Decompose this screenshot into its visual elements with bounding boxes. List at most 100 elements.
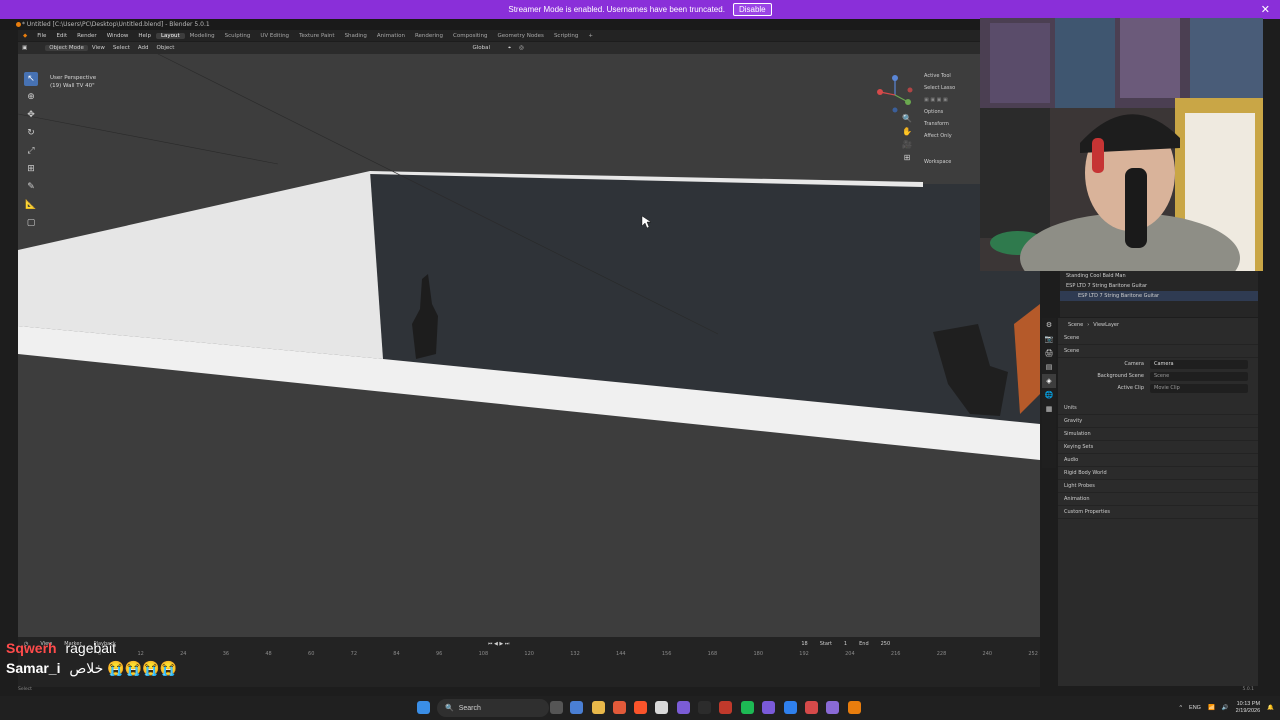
move-tool-icon[interactable]: ✥ — [24, 108, 38, 122]
menu-window[interactable]: Window — [102, 33, 134, 39]
notepad-icon[interactable] — [655, 701, 668, 714]
menu-select[interactable]: Select — [109, 45, 134, 51]
add-workspace-button[interactable]: + — [583, 33, 598, 39]
discord-icon[interactable] — [677, 701, 690, 714]
tab-rendering[interactable]: Rendering — [410, 33, 448, 39]
tab-modeling[interactable]: Modeling — [185, 33, 220, 39]
section-light-probes[interactable]: Light Probes — [1058, 480, 1258, 493]
obs-icon[interactable] — [719, 701, 732, 714]
wifi-icon[interactable]: 📶 — [1208, 705, 1215, 711]
section-audio[interactable]: Audio — [1058, 454, 1258, 467]
section-scene[interactable]: Scene — [1058, 345, 1258, 358]
scene-name-field[interactable]: Scene — [1058, 332, 1258, 345]
section-units[interactable]: Units — [1058, 402, 1258, 415]
zoom-icon[interactable]: 🔍 — [902, 114, 912, 123]
camera-field[interactable]: Camera Camera — [1058, 358, 1258, 370]
vscode-icon[interactable] — [784, 701, 797, 714]
tab-sculpting[interactable]: Sculpting — [220, 33, 256, 39]
annotate-tool-icon[interactable]: ✎ — [24, 180, 38, 194]
menu-view[interactable]: View — [88, 45, 109, 51]
file-explorer-icon[interactable] — [592, 701, 605, 714]
language-indicator[interactable]: ENG — [1189, 705, 1201, 711]
select-mode-buttons[interactable]: ▣ ▣ ▣ ▣ — [924, 94, 980, 106]
proportional-icon[interactable]: ◎ — [515, 45, 528, 51]
menu-file[interactable]: File — [32, 33, 51, 39]
disable-button[interactable]: Disable — [732, 3, 772, 16]
app-icon[interactable] — [826, 701, 839, 714]
blender-menu-icon[interactable]: ◆ — [18, 33, 32, 39]
outliner-row[interactable]: Standing Cool Bald Man — [1060, 271, 1258, 281]
blender-taskbar-icon[interactable] — [848, 701, 861, 714]
tray-expand-icon[interactable]: ^ — [1179, 705, 1182, 711]
mode-dropdown[interactable]: Object Mode — [45, 45, 88, 51]
background-scene-field[interactable]: Background Scene Scene — [1058, 370, 1258, 382]
transform-tool-icon[interactable]: ⊞ — [24, 162, 38, 176]
collection-tab-icon[interactable]: ▦ — [1042, 402, 1056, 416]
pan-hand-icon[interactable]: ✋ — [902, 127, 912, 136]
3d-viewport[interactable]: User Perspective (19) Wall TV 40" — [18, 54, 1040, 637]
rotate-tool-icon[interactable]: ↻ — [24, 126, 38, 140]
app-icon[interactable] — [805, 701, 818, 714]
workspace-header[interactable]: Workspace — [924, 156, 980, 168]
section-custom-properties[interactable]: Custom Properties — [1058, 506, 1258, 519]
tab-uv-editing[interactable]: UV Editing — [255, 33, 294, 39]
outliner-row[interactable]: ESP LTD 7 String Baritone Guitar — [1060, 281, 1258, 291]
tab-texture-paint[interactable]: Texture Paint — [294, 33, 340, 39]
start-field[interactable]: 1 — [838, 641, 853, 647]
tab-geometry-nodes[interactable]: Geometry Nodes — [493, 33, 549, 39]
menu-object[interactable]: Object — [153, 45, 179, 51]
tool-tab-icon[interactable]: ⚙ — [1042, 318, 1056, 332]
outliner-row[interactable]: ESP LTD 7 String Baritone Guitar — [1060, 291, 1258, 301]
transform-orientation-dropdown[interactable]: Global — [468, 45, 494, 51]
section-gravity[interactable]: Gravity — [1058, 415, 1258, 428]
windows-start-icon[interactable] — [417, 701, 430, 714]
tab-compositing[interactable]: Compositing — [448, 33, 492, 39]
editor-type-icon[interactable]: ▣ — [18, 45, 31, 51]
scale-tool-icon[interactable]: ⤢ — [24, 144, 38, 158]
cursor-tool-icon[interactable]: ⊕ — [24, 90, 38, 104]
select-mode-label[interactable]: Select Lasso — [924, 82, 980, 94]
render-tab-icon[interactable]: 📷 — [1042, 332, 1056, 346]
transform-subheader[interactable]: Transform — [924, 118, 980, 130]
section-simulation[interactable]: Simulation — [1058, 428, 1258, 441]
options-header[interactable]: Options — [924, 106, 980, 118]
add-cube-tool-icon[interactable]: ▢ — [24, 216, 38, 230]
view-layer-tab-icon[interactable]: ▤ — [1042, 360, 1056, 374]
current-frame-field[interactable]: 18 — [795, 641, 813, 647]
taskbar-search[interactable]: 🔍 Search — [437, 699, 549, 717]
menu-help[interactable]: Help — [133, 33, 156, 39]
menu-render[interactable]: Render — [72, 33, 102, 39]
section-rigid-body-world[interactable]: Rigid Body World — [1058, 467, 1258, 480]
active-tool-header[interactable]: Active Tool — [924, 70, 980, 82]
tab-scripting[interactable]: Scripting — [549, 33, 583, 39]
menu-add[interactable]: Add — [134, 45, 153, 51]
end-field[interactable]: 250 — [875, 641, 897, 647]
close-icon[interactable]: ✕ — [1261, 3, 1270, 16]
active-clip-field[interactable]: Active Clip Movie Clip — [1058, 382, 1258, 394]
camera-view-icon[interactable]: 🎥 — [902, 140, 912, 149]
grid-icon[interactable]: ⊞ — [904, 153, 911, 162]
world-tab-icon[interactable]: 🌐 — [1042, 388, 1056, 402]
clock[interactable]: 10:13 PM 2/19/2026 — [1236, 701, 1260, 715]
section-keying-sets[interactable]: Keying Sets — [1058, 441, 1258, 454]
measure-tool-icon[interactable]: 📐 — [24, 198, 38, 212]
brave-icon[interactable] — [634, 701, 647, 714]
select-tool-icon[interactable]: ↖ — [24, 72, 38, 86]
snap-icon[interactable]: ⌖ — [504, 45, 515, 52]
chrome-icon[interactable] — [613, 701, 626, 714]
menu-edit[interactable]: Edit — [51, 33, 72, 39]
edge-icon[interactable] — [570, 701, 583, 714]
app-icon[interactable] — [762, 701, 775, 714]
steam-icon[interactable] — [698, 701, 711, 714]
section-animation[interactable]: Animation — [1058, 493, 1258, 506]
tab-animation[interactable]: Animation — [372, 33, 410, 39]
playback-controls[interactable]: ⏮ ◀ ▶ ⏭ — [482, 641, 515, 647]
notification-bell-icon[interactable]: 🔔 — [1267, 705, 1274, 711]
output-tab-icon[interactable]: 🖨 — [1042, 346, 1056, 360]
navigation-gizmo[interactable] — [872, 72, 918, 118]
task-view-icon[interactable] — [550, 701, 563, 714]
scene-tab-icon[interactable]: ◈ — [1042, 374, 1056, 388]
spotify-icon[interactable] — [741, 701, 754, 714]
volume-icon[interactable]: 🔊 — [1222, 705, 1229, 711]
tab-shading[interactable]: Shading — [340, 33, 372, 39]
